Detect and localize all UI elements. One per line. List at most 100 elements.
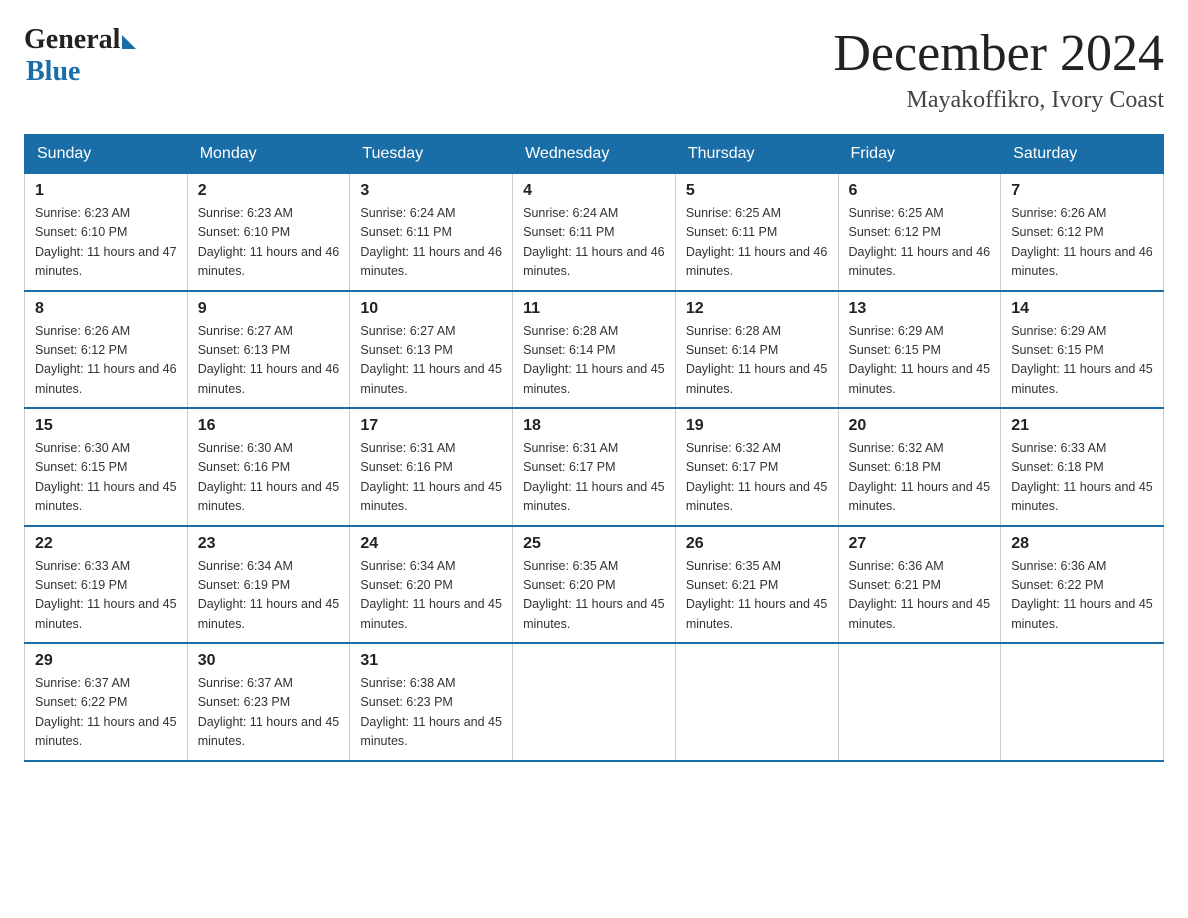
day-info: Sunrise: 6:25 AMSunset: 6:11 PMDaylight:…	[686, 204, 828, 282]
calendar-day-cell: 14 Sunrise: 6:29 AMSunset: 6:15 PMDaylig…	[1001, 291, 1164, 409]
day-number: 27	[849, 535, 991, 553]
day-info: Sunrise: 6:29 AMSunset: 6:15 PMDaylight:…	[849, 322, 991, 400]
day-info: Sunrise: 6:32 AMSunset: 6:17 PMDaylight:…	[686, 439, 828, 517]
day-info: Sunrise: 6:25 AMSunset: 6:12 PMDaylight:…	[849, 204, 991, 282]
day-info: Sunrise: 6:33 AMSunset: 6:19 PMDaylight:…	[35, 557, 177, 635]
day-number: 16	[198, 417, 340, 435]
day-info: Sunrise: 6:27 AMSunset: 6:13 PMDaylight:…	[198, 322, 340, 400]
day-number: 15	[35, 417, 177, 435]
day-info: Sunrise: 6:28 AMSunset: 6:14 PMDaylight:…	[523, 322, 665, 400]
calendar-header-row: SundayMondayTuesdayWednesdayThursdayFrid…	[25, 135, 1164, 174]
day-number: 20	[849, 417, 991, 435]
calendar-day-cell: 30 Sunrise: 6:37 AMSunset: 6:23 PMDaylig…	[187, 643, 350, 761]
day-number: 8	[35, 300, 177, 318]
calendar-day-cell: 25 Sunrise: 6:35 AMSunset: 6:20 PMDaylig…	[513, 526, 676, 644]
day-info: Sunrise: 6:34 AMSunset: 6:20 PMDaylight:…	[360, 557, 502, 635]
day-number: 19	[686, 417, 828, 435]
day-info: Sunrise: 6:29 AMSunset: 6:15 PMDaylight:…	[1011, 322, 1153, 400]
calendar-day-cell: 15 Sunrise: 6:30 AMSunset: 6:15 PMDaylig…	[25, 408, 188, 526]
day-info: Sunrise: 6:26 AMSunset: 6:12 PMDaylight:…	[1011, 204, 1153, 282]
calendar-day-cell: 7 Sunrise: 6:26 AMSunset: 6:12 PMDayligh…	[1001, 174, 1164, 291]
calendar-table: SundayMondayTuesdayWednesdayThursdayFrid…	[24, 134, 1164, 762]
day-info: Sunrise: 6:32 AMSunset: 6:18 PMDaylight:…	[849, 439, 991, 517]
calendar-day-cell	[838, 643, 1001, 761]
header-sunday: Sunday	[25, 135, 188, 174]
day-number: 22	[35, 535, 177, 553]
day-number: 3	[360, 182, 502, 200]
calendar-day-cell: 11 Sunrise: 6:28 AMSunset: 6:14 PMDaylig…	[513, 291, 676, 409]
day-number: 30	[198, 652, 340, 670]
day-info: Sunrise: 6:30 AMSunset: 6:15 PMDaylight:…	[35, 439, 177, 517]
day-info: Sunrise: 6:26 AMSunset: 6:12 PMDaylight:…	[35, 322, 177, 400]
header-tuesday: Tuesday	[350, 135, 513, 174]
day-number: 31	[360, 652, 502, 670]
day-info: Sunrise: 6:38 AMSunset: 6:23 PMDaylight:…	[360, 674, 502, 752]
calendar-day-cell: 13 Sunrise: 6:29 AMSunset: 6:15 PMDaylig…	[838, 291, 1001, 409]
calendar-day-cell: 8 Sunrise: 6:26 AMSunset: 6:12 PMDayligh…	[25, 291, 188, 409]
header-monday: Monday	[187, 135, 350, 174]
title-block: December 2024 Mayakoffikro, Ivory Coast	[833, 24, 1164, 114]
day-number: 11	[523, 300, 665, 318]
calendar-day-cell	[675, 643, 838, 761]
day-number: 18	[523, 417, 665, 435]
calendar-week-row: 8 Sunrise: 6:26 AMSunset: 6:12 PMDayligh…	[25, 291, 1164, 409]
day-number: 5	[686, 182, 828, 200]
day-info: Sunrise: 6:37 AMSunset: 6:22 PMDaylight:…	[35, 674, 177, 752]
calendar-day-cell: 18 Sunrise: 6:31 AMSunset: 6:17 PMDaylig…	[513, 408, 676, 526]
calendar-day-cell: 26 Sunrise: 6:35 AMSunset: 6:21 PMDaylig…	[675, 526, 838, 644]
calendar-week-row: 29 Sunrise: 6:37 AMSunset: 6:22 PMDaylig…	[25, 643, 1164, 761]
day-number: 17	[360, 417, 502, 435]
calendar-day-cell: 29 Sunrise: 6:37 AMSunset: 6:22 PMDaylig…	[25, 643, 188, 761]
day-number: 24	[360, 535, 502, 553]
day-number: 25	[523, 535, 665, 553]
day-number: 26	[686, 535, 828, 553]
day-info: Sunrise: 6:35 AMSunset: 6:20 PMDaylight:…	[523, 557, 665, 635]
day-info: Sunrise: 6:31 AMSunset: 6:16 PMDaylight:…	[360, 439, 502, 517]
day-info: Sunrise: 6:34 AMSunset: 6:19 PMDaylight:…	[198, 557, 340, 635]
calendar-day-cell: 2 Sunrise: 6:23 AMSunset: 6:10 PMDayligh…	[187, 174, 350, 291]
day-info: Sunrise: 6:35 AMSunset: 6:21 PMDaylight:…	[686, 557, 828, 635]
header-thursday: Thursday	[675, 135, 838, 174]
day-number: 28	[1011, 535, 1153, 553]
day-info: Sunrise: 6:28 AMSunset: 6:14 PMDaylight:…	[686, 322, 828, 400]
logo-blue-text: Blue	[26, 56, 80, 88]
day-number: 4	[523, 182, 665, 200]
calendar-day-cell: 3 Sunrise: 6:24 AMSunset: 6:11 PMDayligh…	[350, 174, 513, 291]
day-number: 10	[360, 300, 502, 318]
day-info: Sunrise: 6:30 AMSunset: 6:16 PMDaylight:…	[198, 439, 340, 517]
day-number: 29	[35, 652, 177, 670]
calendar-day-cell: 12 Sunrise: 6:28 AMSunset: 6:14 PMDaylig…	[675, 291, 838, 409]
calendar-day-cell: 10 Sunrise: 6:27 AMSunset: 6:13 PMDaylig…	[350, 291, 513, 409]
header-saturday: Saturday	[1001, 135, 1164, 174]
logo-general-text: General	[24, 24, 120, 56]
calendar-day-cell: 4 Sunrise: 6:24 AMSunset: 6:11 PMDayligh…	[513, 174, 676, 291]
calendar-day-cell: 17 Sunrise: 6:31 AMSunset: 6:16 PMDaylig…	[350, 408, 513, 526]
calendar-day-cell: 19 Sunrise: 6:32 AMSunset: 6:17 PMDaylig…	[675, 408, 838, 526]
day-info: Sunrise: 6:37 AMSunset: 6:23 PMDaylight:…	[198, 674, 340, 752]
calendar-day-cell: 23 Sunrise: 6:34 AMSunset: 6:19 PMDaylig…	[187, 526, 350, 644]
day-info: Sunrise: 6:24 AMSunset: 6:11 PMDaylight:…	[360, 204, 502, 282]
day-info: Sunrise: 6:24 AMSunset: 6:11 PMDaylight:…	[523, 204, 665, 282]
header-friday: Friday	[838, 135, 1001, 174]
calendar-day-cell: 21 Sunrise: 6:33 AMSunset: 6:18 PMDaylig…	[1001, 408, 1164, 526]
day-number: 2	[198, 182, 340, 200]
calendar-day-cell: 9 Sunrise: 6:27 AMSunset: 6:13 PMDayligh…	[187, 291, 350, 409]
calendar-day-cell: 5 Sunrise: 6:25 AMSunset: 6:11 PMDayligh…	[675, 174, 838, 291]
location-subtitle: Mayakoffikro, Ivory Coast	[833, 87, 1164, 114]
calendar-day-cell	[1001, 643, 1164, 761]
day-number: 21	[1011, 417, 1153, 435]
day-number: 13	[849, 300, 991, 318]
calendar-day-cell: 16 Sunrise: 6:30 AMSunset: 6:16 PMDaylig…	[187, 408, 350, 526]
calendar-day-cell: 20 Sunrise: 6:32 AMSunset: 6:18 PMDaylig…	[838, 408, 1001, 526]
logo-arrow-icon	[122, 35, 136, 49]
calendar-day-cell: 1 Sunrise: 6:23 AMSunset: 6:10 PMDayligh…	[25, 174, 188, 291]
calendar-day-cell: 6 Sunrise: 6:25 AMSunset: 6:12 PMDayligh…	[838, 174, 1001, 291]
page-header: General Blue December 2024 Mayakoffikro,…	[24, 24, 1164, 114]
calendar-day-cell: 28 Sunrise: 6:36 AMSunset: 6:22 PMDaylig…	[1001, 526, 1164, 644]
day-number: 6	[849, 182, 991, 200]
header-wednesday: Wednesday	[513, 135, 676, 174]
calendar-week-row: 1 Sunrise: 6:23 AMSunset: 6:10 PMDayligh…	[25, 174, 1164, 291]
calendar-day-cell: 27 Sunrise: 6:36 AMSunset: 6:21 PMDaylig…	[838, 526, 1001, 644]
calendar-day-cell: 24 Sunrise: 6:34 AMSunset: 6:20 PMDaylig…	[350, 526, 513, 644]
day-info: Sunrise: 6:33 AMSunset: 6:18 PMDaylight:…	[1011, 439, 1153, 517]
